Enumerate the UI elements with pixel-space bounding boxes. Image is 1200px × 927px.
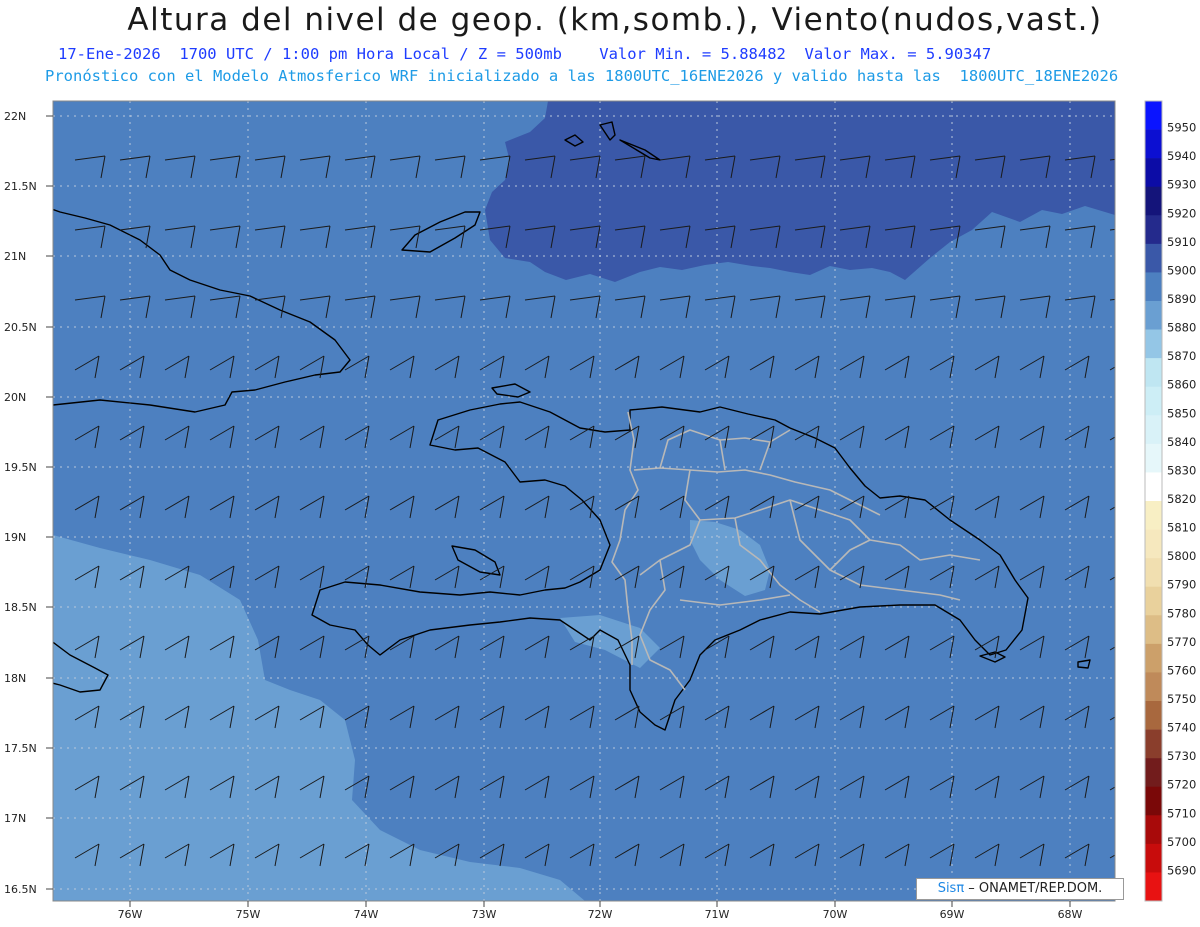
colorbar-swatch [1145,586,1162,616]
colorbar-label: 5860 [1167,378,1196,392]
colorbar-label: 5750 [1167,692,1196,706]
colorbar-swatch [1145,615,1162,645]
colorbar-label: 5800 [1167,549,1196,563]
lon-label: 76W [118,908,143,921]
lon-label: 69W [940,908,965,921]
colorbar-swatch [1145,643,1162,673]
colorbar-swatch [1145,701,1162,730]
credit-box: Sisπ – ONAMET/REP.DOM. [916,878,1124,900]
colorbar-label: 5930 [1167,178,1196,192]
colorbar-swatch [1145,386,1162,416]
lat-label: 17.5N [4,742,37,755]
colorbar-label: 5900 [1167,263,1196,277]
colorbar-label: 5770 [1167,635,1196,649]
weather-map: 22N 21.5N 21N 20.5N 20N 19.5N 19N 18.5N … [4,100,1196,921]
colorbar-swatch [1145,301,1162,330]
lat-label: 20N [4,391,26,404]
colorbar-label: 5940 [1167,149,1196,163]
lon-label: 68W [1058,908,1083,921]
lat-label: 21N [4,250,26,263]
lat-label: 19N [4,531,26,544]
colorbar-swatch [1145,501,1162,530]
colorbar-swatch [1145,729,1162,759]
colorbar-swatch [1145,443,1162,473]
colorbar-swatch [1145,158,1162,188]
colorbar-swatch [1145,272,1162,302]
colorbar-label: 5880 [1167,321,1196,335]
colorbar-label: 5950 [1167,121,1196,135]
colorbar-swatch [1145,872,1162,902]
lat-label: 22N [4,110,26,123]
colorbar: 5950 5940 5930 5920 5910 5900 5890 5880 5870 5860… [1144,100,1196,902]
colorbar-label: 5740 [1167,721,1196,735]
colorbar-label: 5780 [1167,606,1196,620]
lat-label: 18.5N [4,601,37,614]
lon-label: 72W [588,908,613,921]
latitude-axis: 22N 21.5N 21N 20.5N 20N 19.5N 19N 18.5N … [4,110,53,896]
colorbar-label: 5840 [1167,435,1196,449]
colorbar-label: 5810 [1167,521,1196,535]
colorbar-label: 5690 [1167,863,1196,877]
colorbar-label: 5790 [1167,578,1196,592]
lon-label: 70W [823,908,848,921]
lon-label: 71W [705,908,730,921]
colorbar-label: 5720 [1167,778,1196,792]
colorbar-label: 5700 [1167,835,1196,849]
lat-label: 20.5N [4,321,37,334]
colorbar-label: 5710 [1167,806,1196,820]
colorbar-swatch [1145,415,1162,445]
lon-label: 73W [472,908,497,921]
lon-label: 75W [236,908,261,921]
colorbar-label: 5830 [1167,463,1196,477]
colorbar-swatch [1145,186,1162,216]
colorbar-label: 5920 [1167,206,1196,220]
lat-label: 18N [4,672,26,685]
colorbar-swatch [1145,358,1162,388]
colorbar-swatch [1145,243,1162,273]
colorbar-swatch [1145,215,1162,245]
colorbar-label: 5870 [1167,349,1196,363]
colorbar-swatch [1145,129,1162,159]
colorbar-label: 5730 [1167,749,1196,763]
colorbar-label: 5820 [1167,492,1196,506]
colorbar-swatch [1145,843,1162,873]
lat-label: 19.5N [4,461,37,474]
colorbar-swatch [1145,815,1162,845]
lat-label: 21.5N [4,180,37,193]
colorbar-swatch [1145,786,1162,816]
colorbar-swatch [1145,758,1162,788]
colorbar-swatch [1145,672,1162,702]
lon-label: 74W [354,908,379,921]
colorbar-label: 5890 [1167,292,1196,306]
brand-logo: Sisπ [937,881,965,896]
colorbar-swatch [1145,101,1162,130]
colorbar-label: 5760 [1167,663,1196,677]
colorbar-label: 5850 [1167,406,1196,420]
longitude-axis: 76W 75W 74W 73W 72W 71W 70W 69W 68W [118,901,1083,921]
lat-label: 17N [4,812,26,825]
lat-label: 16.5N [4,883,37,896]
colorbar-swatch [1145,472,1162,502]
colorbar-swatch [1145,558,1162,588]
colorbar-swatch [1145,529,1162,559]
credit-text: – ONAMET/REP.DOM. [964,881,1103,896]
colorbar-label: 5910 [1167,235,1196,249]
colorbar-swatch [1145,329,1162,359]
